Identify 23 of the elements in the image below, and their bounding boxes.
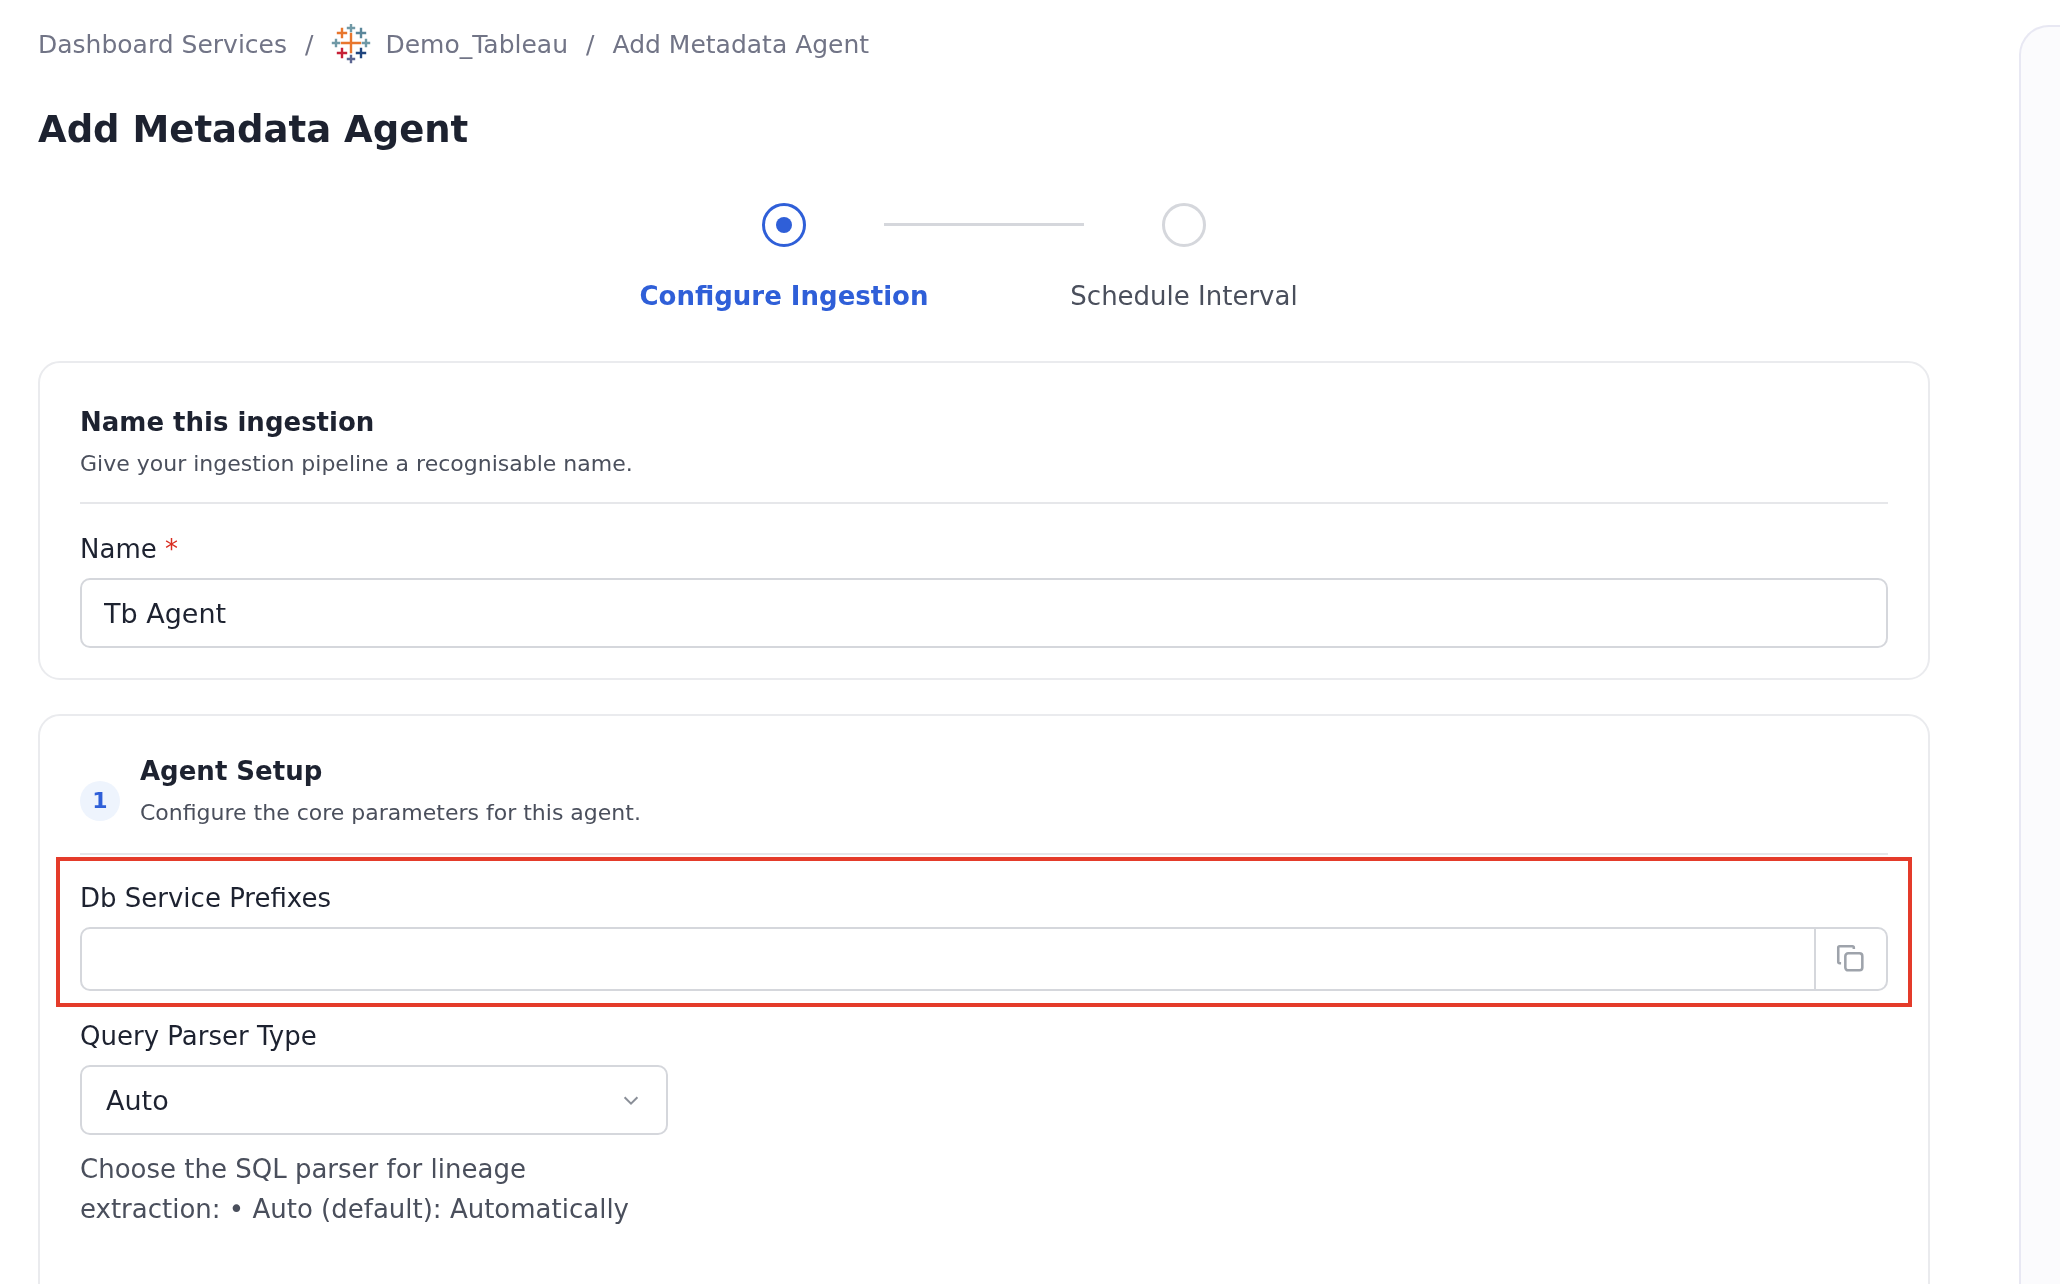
copy-button[interactable] bbox=[1816, 927, 1888, 991]
name-input[interactable]: Tb Agent bbox=[80, 578, 1888, 648]
breadcrumb-link[interactable]: Add Metadata Agent bbox=[612, 29, 870, 59]
section-title: Agent Setup bbox=[140, 756, 324, 786]
field-label: Name bbox=[80, 534, 157, 564]
page-title: Add Metadata Agent bbox=[38, 108, 470, 151]
step-number-badge: 1 bbox=[80, 780, 120, 821]
required-mark: * bbox=[165, 534, 178, 564]
help-text: Choose the SQL parser for lineage bbox=[80, 1153, 526, 1186]
help-text: extraction: • Auto (default): Automatically bbox=[80, 1193, 629, 1226]
field-label: Db Service Prefixes bbox=[80, 883, 332, 913]
step-label[interactable]: Schedule Interval bbox=[1070, 281, 1298, 311]
step-label[interactable]: Configure Ingestion bbox=[639, 281, 929, 311]
breadcrumb-separator: / bbox=[586, 29, 595, 59]
section-description: Give your ingestion pipeline a recognisable name. bbox=[80, 451, 634, 476]
step-indicator[interactable] bbox=[762, 203, 806, 247]
field-label: Query Parser Type bbox=[80, 1021, 318, 1051]
breadcrumb-link[interactable]: Demo_Tableau bbox=[385, 29, 569, 59]
parser-select[interactable]: Auto bbox=[80, 1065, 668, 1135]
breadcrumb-link[interactable]: Dashboard Services bbox=[38, 29, 287, 59]
section-title: Name this ingestion bbox=[80, 407, 376, 437]
section-description: Configure the core parameters for this agent. bbox=[140, 800, 641, 825]
breadcrumb-separator: / bbox=[305, 29, 314, 59]
